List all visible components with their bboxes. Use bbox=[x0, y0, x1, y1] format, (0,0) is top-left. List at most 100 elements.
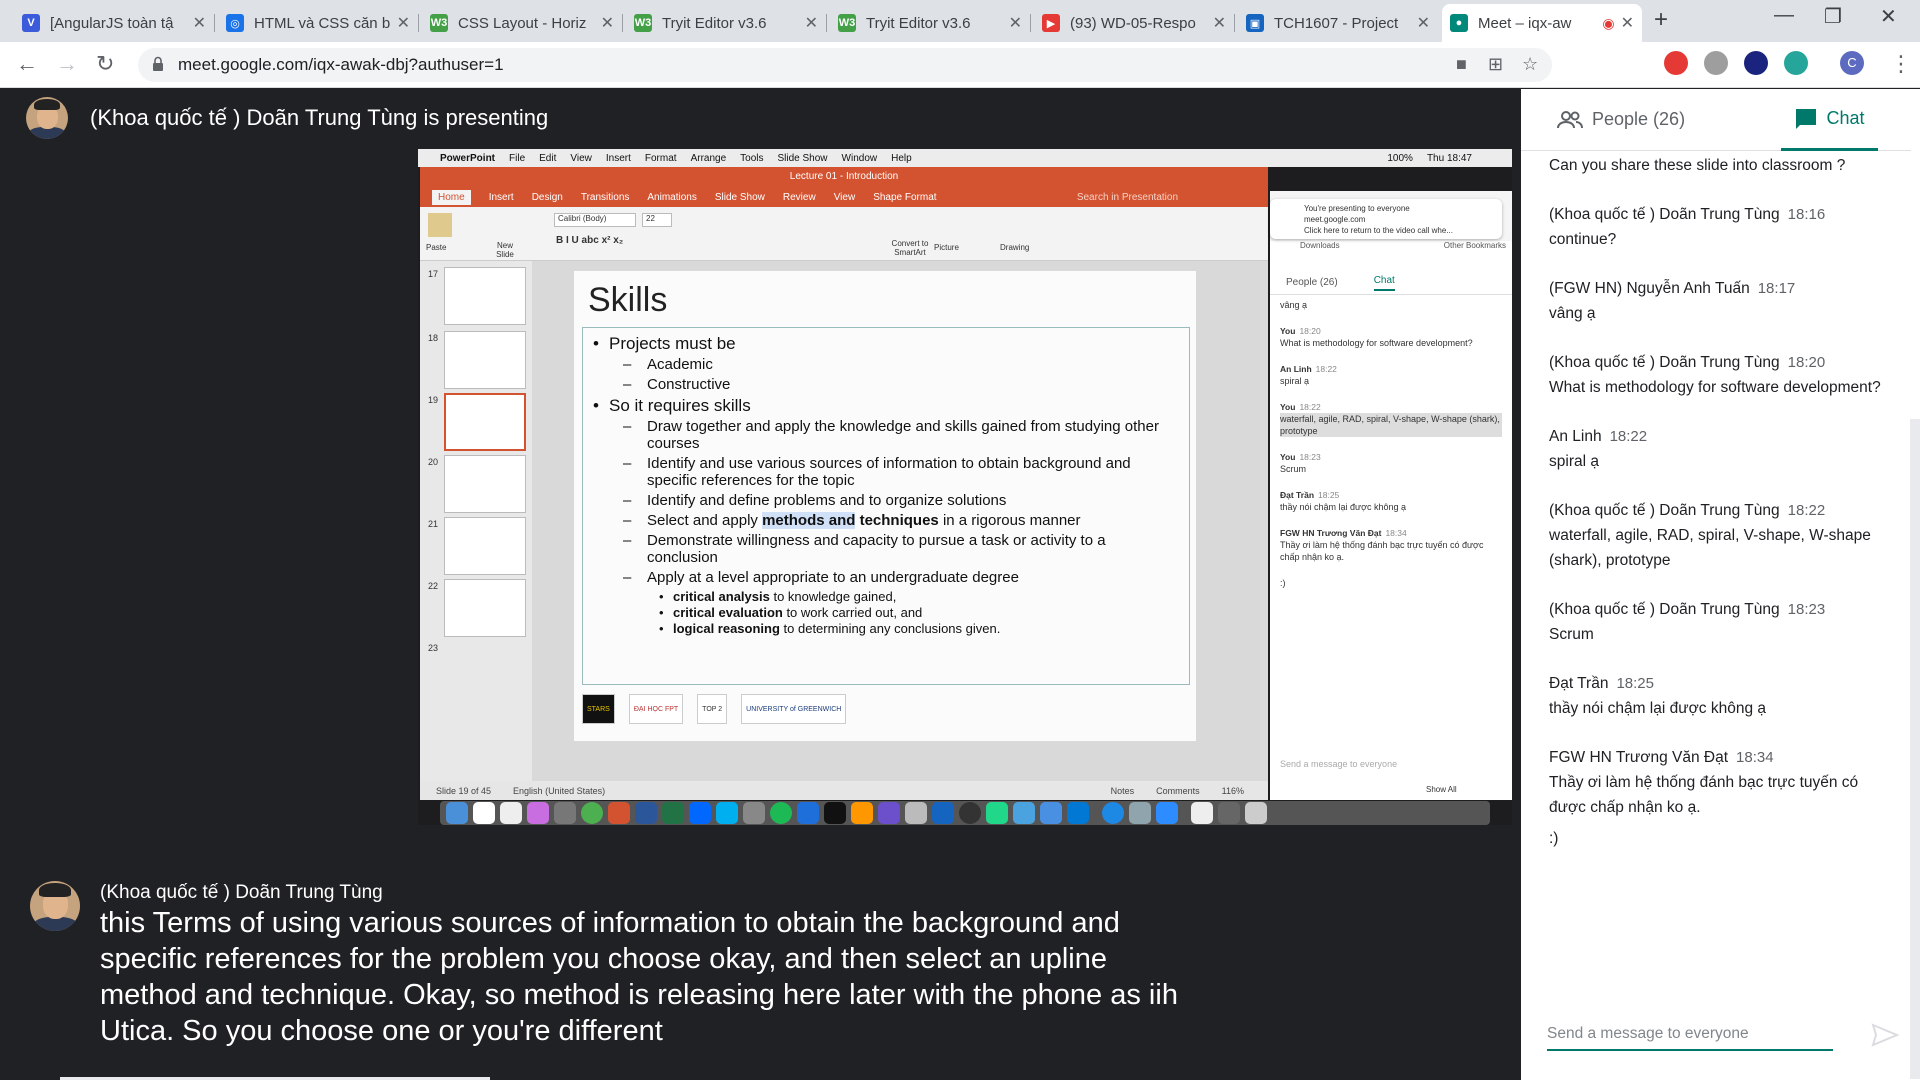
close-tab-icon[interactable]: ✕ bbox=[805, 13, 818, 33]
translate-icon[interactable]: ⊞ bbox=[1488, 54, 1503, 75]
message-text: Can you share these slide into classroom… bbox=[1549, 157, 1846, 174]
bold-text: techniques bbox=[855, 512, 939, 529]
inner-message: You 18:23 Scrum bbox=[1280, 451, 1502, 475]
chat-message: (Khoa quốc tế ) Doãn Trung Tùng 18:20 What… bbox=[1549, 350, 1899, 400]
appstore-icon bbox=[797, 802, 819, 824]
close-window-icon[interactable]: ✕ bbox=[1880, 4, 1897, 29]
browser-menu-icon[interactable]: ⋮ bbox=[1890, 51, 1912, 77]
bookmark-star-icon[interactable]: ☆ bbox=[1522, 54, 1538, 75]
w3schools-favicon-icon: W3 bbox=[634, 14, 652, 32]
text-run: to knowledge gained, bbox=[769, 589, 897, 604]
bold-text: logical reasoning bbox=[673, 621, 780, 636]
sub-bullet: Apply at a level appropriate to an under… bbox=[593, 569, 1179, 586]
youtube-favicon-icon: ▶ bbox=[1042, 14, 1060, 32]
finder-icon bbox=[446, 802, 468, 824]
inner-text: Thầy ơi làm hệ thống đánh bạc trực tuyến… bbox=[1280, 540, 1484, 562]
browser-tab-active[interactable]: ● Meet – iqx-aw ◉ ✕ bbox=[1442, 4, 1642, 42]
ribbon-tab: Review bbox=[782, 191, 816, 203]
message-time: 18:20 bbox=[1787, 354, 1826, 371]
profile-avatar[interactable]: C bbox=[1840, 51, 1864, 75]
thumb-number: 22 bbox=[428, 581, 439, 591]
panel-tabs: People (26) Chat bbox=[1521, 89, 1911, 151]
inner-name: You bbox=[1280, 402, 1296, 412]
inner-chat-messages: vâng ạ You 18:20 What is methodology for s… bbox=[1280, 299, 1502, 603]
browser-tab[interactable]: W3 CSS Layout - Horiz ✕ bbox=[422, 4, 623, 42]
chat-input[interactable]: Send a message to everyone bbox=[1547, 1019, 1833, 1051]
tab-chat[interactable]: Chat bbox=[1781, 89, 1878, 151]
comments-label: Comments bbox=[1156, 785, 1200, 796]
calendar-icon bbox=[473, 802, 495, 824]
network-icon bbox=[1040, 802, 1062, 824]
chrome-icon bbox=[581, 802, 603, 824]
tab-people[interactable]: People (26) bbox=[1556, 109, 1685, 130]
inner-time: 18:22 bbox=[1315, 364, 1337, 374]
picture-label: Picture bbox=[934, 243, 959, 252]
mac-menu-item: File bbox=[509, 152, 526, 164]
message-sender: FGW HN Trương Văn Đạt bbox=[1549, 749, 1729, 766]
inner-message: :) bbox=[1280, 577, 1502, 589]
sub-bullet: Constructive bbox=[593, 376, 1179, 393]
thumb-number: 21 bbox=[428, 519, 439, 529]
cube-extension-icon[interactable] bbox=[1704, 51, 1728, 75]
lock-icon bbox=[153, 56, 163, 71]
chat-scrollbar[interactable] bbox=[1910, 419, 1920, 1079]
image-capture-icon bbox=[1129, 802, 1151, 824]
grammarly-extension-icon[interactable] bbox=[1784, 51, 1808, 75]
message-time: 18:17 bbox=[1757, 280, 1796, 297]
ribbon-tab: Transitions bbox=[580, 191, 630, 203]
message-text: waterfall, agile, RAD, spiral, V-shape, … bbox=[1549, 527, 1871, 569]
tab-title: Tryit Editor v3.6 bbox=[866, 14, 971, 32]
browser-tab[interactable]: ▶ (93) WD-05-Respo ✕ bbox=[1034, 4, 1235, 42]
browser-tab[interactable]: W3 Tryit Editor v3.6 ✕ bbox=[626, 4, 827, 42]
camera-icon[interactable]: ■ bbox=[1456, 54, 1467, 75]
message-sender: (Khoa quốc tế ) Doãn Trung Tùng bbox=[1549, 502, 1780, 519]
mac-dock bbox=[440, 801, 1490, 825]
inner-message: Đạt Trần 18:25 thầy nói chậm lại được khôn… bbox=[1280, 489, 1502, 513]
inner-sender: You 18:22 bbox=[1280, 401, 1502, 413]
message-time: 18:22 bbox=[1609, 428, 1648, 445]
close-tab-icon[interactable]: ✕ bbox=[1417, 13, 1430, 33]
chat-message: FGW HN Trương Văn Đạt 18:34 Thầy ơi làm hệ… bbox=[1549, 745, 1899, 820]
browser-tab[interactable]: ▣ TCH1607 - Project ✕ bbox=[1238, 4, 1438, 42]
presenting-notice: You're presenting to everyone meet.googl… bbox=[1270, 199, 1502, 239]
tab-title: CSS Layout - Horiz bbox=[458, 14, 587, 32]
chat-message: (Khoa quốc tế ) Doãn Trung Tùng 18:16 cont… bbox=[1549, 202, 1899, 252]
chat-message: An Linh 18:22 spiral ạ bbox=[1549, 424, 1899, 474]
new-tab-icon[interactable]: + bbox=[1654, 6, 1668, 34]
new-slide-label: New Slide bbox=[496, 241, 514, 259]
close-tab-icon[interactable]: ✕ bbox=[193, 13, 206, 33]
mac-menu-item: Format bbox=[644, 152, 677, 164]
browser-tab[interactable]: ◎ HTML và CSS căn b ✕ bbox=[218, 4, 419, 42]
address-bar[interactable]: meet.google.com/iqx-awak-dbj?authuser=1 … bbox=[138, 48, 1552, 82]
close-tab-icon[interactable]: ✕ bbox=[1213, 13, 1226, 33]
reload-icon[interactable]: ↻ bbox=[96, 51, 114, 77]
safari-icon bbox=[1102, 802, 1124, 824]
zoom-icon bbox=[1156, 802, 1178, 824]
minimize-icon[interactable]: — bbox=[1774, 4, 1794, 27]
thumb-number: 17 bbox=[428, 269, 439, 279]
message-sender: (Khoa quốc tế ) Doãn Trung Tùng bbox=[1549, 206, 1780, 223]
back-icon[interactable]: ← bbox=[16, 51, 38, 77]
close-tab-icon[interactable]: ✕ bbox=[1009, 13, 1022, 33]
chat-message: Đạt Trần 18:25 thầy nói chậm lại được khôn… bbox=[1549, 671, 1899, 721]
inner-meet-tabs: People (26) Chat bbox=[1270, 271, 1512, 295]
caption-speaker-name: (Khoa quốc tế ) Doãn Trung Tùng bbox=[100, 882, 383, 903]
forward-icon[interactable]: → bbox=[56, 51, 78, 77]
ribbon: Paste New Slide Calibri (Body) 22 B I U … bbox=[420, 207, 1268, 261]
adblock-extension-icon[interactable] bbox=[1664, 51, 1688, 75]
recording-icon: ◉ bbox=[1602, 14, 1615, 31]
close-tab-icon[interactable]: ✕ bbox=[601, 13, 614, 33]
inner-text: waterfall, agile, RAD, spiral, V-shape, … bbox=[1280, 413, 1502, 437]
dark-mode-extension-icon[interactable] bbox=[1744, 51, 1768, 75]
close-tab-icon[interactable]: ✕ bbox=[1621, 13, 1634, 33]
inner-time: 18:34 bbox=[1385, 528, 1407, 538]
slide-thumbnail bbox=[444, 267, 526, 325]
presenting-label: (Khoa quốc tế ) Doãn Trung Tùng is prese… bbox=[90, 105, 549, 130]
browser-tab[interactable]: V [AngularJS toàn tậ ✕ bbox=[14, 4, 215, 42]
maximize-icon[interactable]: ❐ bbox=[1824, 4, 1842, 29]
close-tab-icon[interactable]: ✕ bbox=[397, 13, 410, 33]
inner-text: :) bbox=[1280, 578, 1286, 588]
send-icon[interactable] bbox=[1871, 1023, 1899, 1047]
browser-tab[interactable]: W3 Tryit Editor v3.6 ✕ bbox=[830, 4, 1031, 42]
inner-send-input: Send a message to everyone bbox=[1280, 759, 1398, 769]
